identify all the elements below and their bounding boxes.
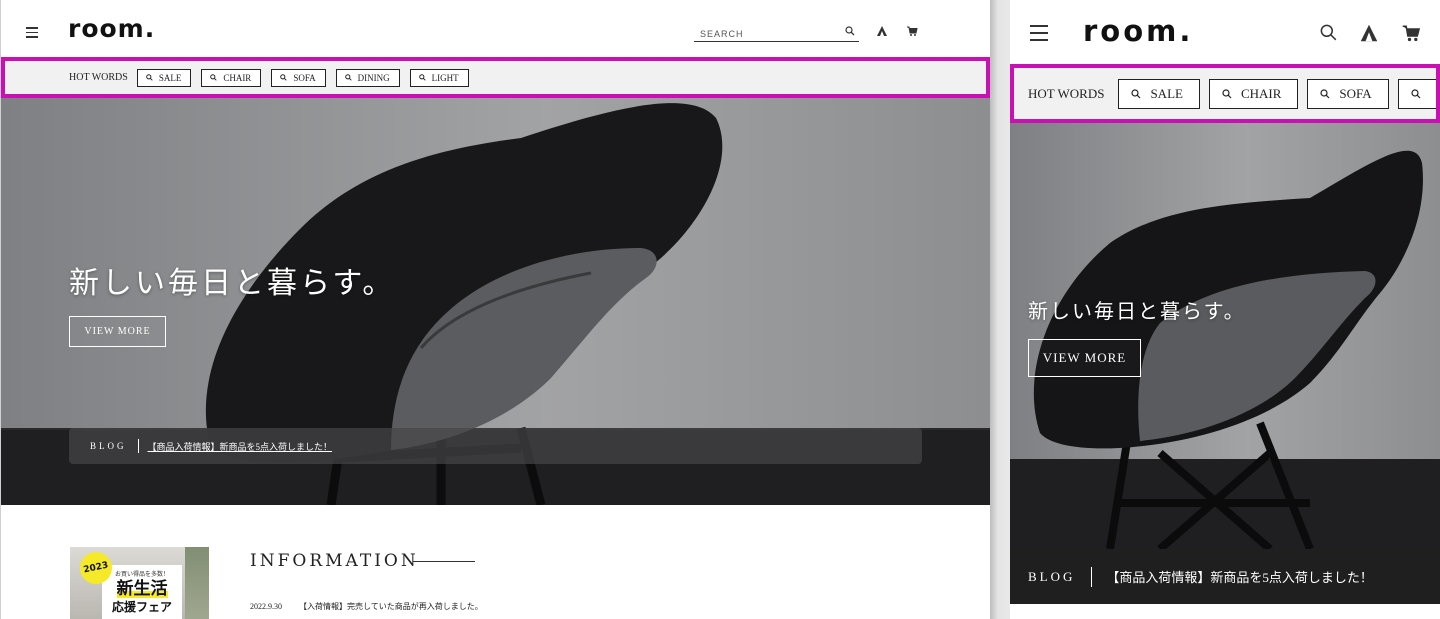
hero-banner: 新しい毎日と暮らす。 VIEW MORE xyxy=(1010,123,1440,549)
mobile-view: room. HOT WORDS SALE CHAIR SOFA 新しい毎日と暮ら… xyxy=(1010,0,1440,619)
blog-bar: BLOG 【商品入荷情報】新商品を5点入荷しました！ xyxy=(69,428,922,464)
hero-catchphrase: 新しい毎日と暮らす。 xyxy=(69,266,396,301)
hot-word-chip-chair[interactable]: CHAIR xyxy=(201,68,262,87)
site-logo[interactable]: room. xyxy=(68,14,155,43)
hot-words-label: HOT WORDS xyxy=(69,72,128,83)
view-more-button[interactable]: VIEW MORE xyxy=(69,316,166,347)
search-icon xyxy=(1222,88,1232,98)
site-logo[interactable]: room. xyxy=(1083,14,1193,48)
search-icon[interactable] xyxy=(845,26,855,36)
banner-panel: お買い得品を多数！ 新生活 応援フェア xyxy=(102,565,182,619)
blog-bar: BLOG 【商品入荷情報】新商品を5点入荷しました！ xyxy=(1010,549,1440,604)
cart-icon[interactable] xyxy=(906,25,918,37)
search-box xyxy=(694,22,859,42)
search-icon xyxy=(1320,88,1330,98)
search-icon xyxy=(418,74,426,81)
hot-words-label: HOT WORDS xyxy=(1028,85,1105,101)
chip-label: SOFA xyxy=(293,72,316,83)
blog-headline-link[interactable]: 【商品入荷情報】新商品を5点入荷しました！ xyxy=(148,440,333,453)
blog-separator xyxy=(1091,566,1093,587)
search-icon xyxy=(1131,88,1141,98)
banner-small-text: お買い得品を多数！ xyxy=(114,571,169,578)
hot-word-chip-overflow[interactable] xyxy=(1397,78,1436,109)
chip-label: SOFA xyxy=(1339,85,1372,101)
chair-image xyxy=(1033,150,1423,549)
hamburger-menu-icon[interactable] xyxy=(26,27,38,41)
chip-label: SALE xyxy=(158,72,182,83)
banner-mid-text: 応援フェア xyxy=(111,600,172,614)
chip-label: LIGHT xyxy=(431,72,459,83)
hot-word-chip-sofa[interactable]: SOFA xyxy=(271,68,326,87)
desktop-view: room. HOT WORDS SALE CHAIR SOFA DININ xyxy=(0,0,990,619)
information-title: INFORMATION xyxy=(250,551,419,571)
chip-label: DINING xyxy=(357,72,390,83)
chip-label: CHAIR xyxy=(1240,85,1282,101)
tent-icon[interactable] xyxy=(876,25,888,37)
plant-decoration xyxy=(185,547,209,619)
tent-icon[interactable] xyxy=(1360,24,1378,42)
search-icon[interactable] xyxy=(1320,24,1337,41)
hero-banner: 新しい毎日と暮らす。 VIEW MORE BLOG 【商品入荷情報】新商品を5点… xyxy=(1,98,990,505)
hamburger-menu-icon[interactable] xyxy=(1030,25,1048,46)
blog-tag: BLOG xyxy=(1028,568,1076,584)
view-more-button[interactable]: VIEW MORE xyxy=(1028,339,1141,377)
search-input[interactable] xyxy=(694,23,834,41)
search-icon xyxy=(280,74,287,81)
banner-big-text: 新生活 xyxy=(116,579,168,599)
news-text-link[interactable]: 【入荷情報】完売していた商品が再入荷しました。 xyxy=(299,601,483,612)
search-icon xyxy=(146,74,153,81)
blog-tag: BLOG xyxy=(90,441,127,451)
hot-word-chip-sale[interactable]: SALE xyxy=(136,68,192,87)
search-icon xyxy=(210,74,217,81)
hot-word-chip-chair[interactable]: CHAIR xyxy=(1208,78,1299,109)
cart-icon[interactable] xyxy=(1402,24,1420,42)
hot-word-chip-light[interactable]: LIGHT xyxy=(409,68,469,87)
hot-word-chip-sale[interactable]: SALE xyxy=(1118,78,1200,109)
hot-words-bar: HOT WORDS SALE CHAIR SOFA DINING LIGHT xyxy=(1,57,990,98)
search-icon xyxy=(1411,88,1421,98)
pane-divider xyxy=(990,0,1010,619)
campaign-banner[interactable]: お買い得品を多数！ 新生活 応援フェア 2023 xyxy=(70,547,209,619)
news-date: 2022.9.30 xyxy=(250,602,282,611)
hot-word-chip-sofa[interactable]: SOFA xyxy=(1307,78,1389,109)
blog-headline-link[interactable]: 【商品入荷情報】新商品を5点入荷しました！ xyxy=(1106,567,1373,586)
blog-separator xyxy=(137,439,139,453)
hot-words-bar: HOT WORDS SALE CHAIR SOFA xyxy=(1010,64,1440,123)
bottom-strip xyxy=(1010,604,1440,619)
chip-label: CHAIR xyxy=(223,72,252,83)
search-icon xyxy=(344,74,352,81)
chip-label: SALE xyxy=(1150,85,1183,101)
hot-word-chip-dining[interactable]: DINING xyxy=(335,68,400,87)
information-section: お買い得品を多数！ 新生活 応援フェア 2023 INFORMATION 202… xyxy=(1,505,990,619)
information-title-rule xyxy=(413,561,475,562)
hero-catchphrase: 新しい毎日と暮らす。 xyxy=(1028,299,1246,323)
